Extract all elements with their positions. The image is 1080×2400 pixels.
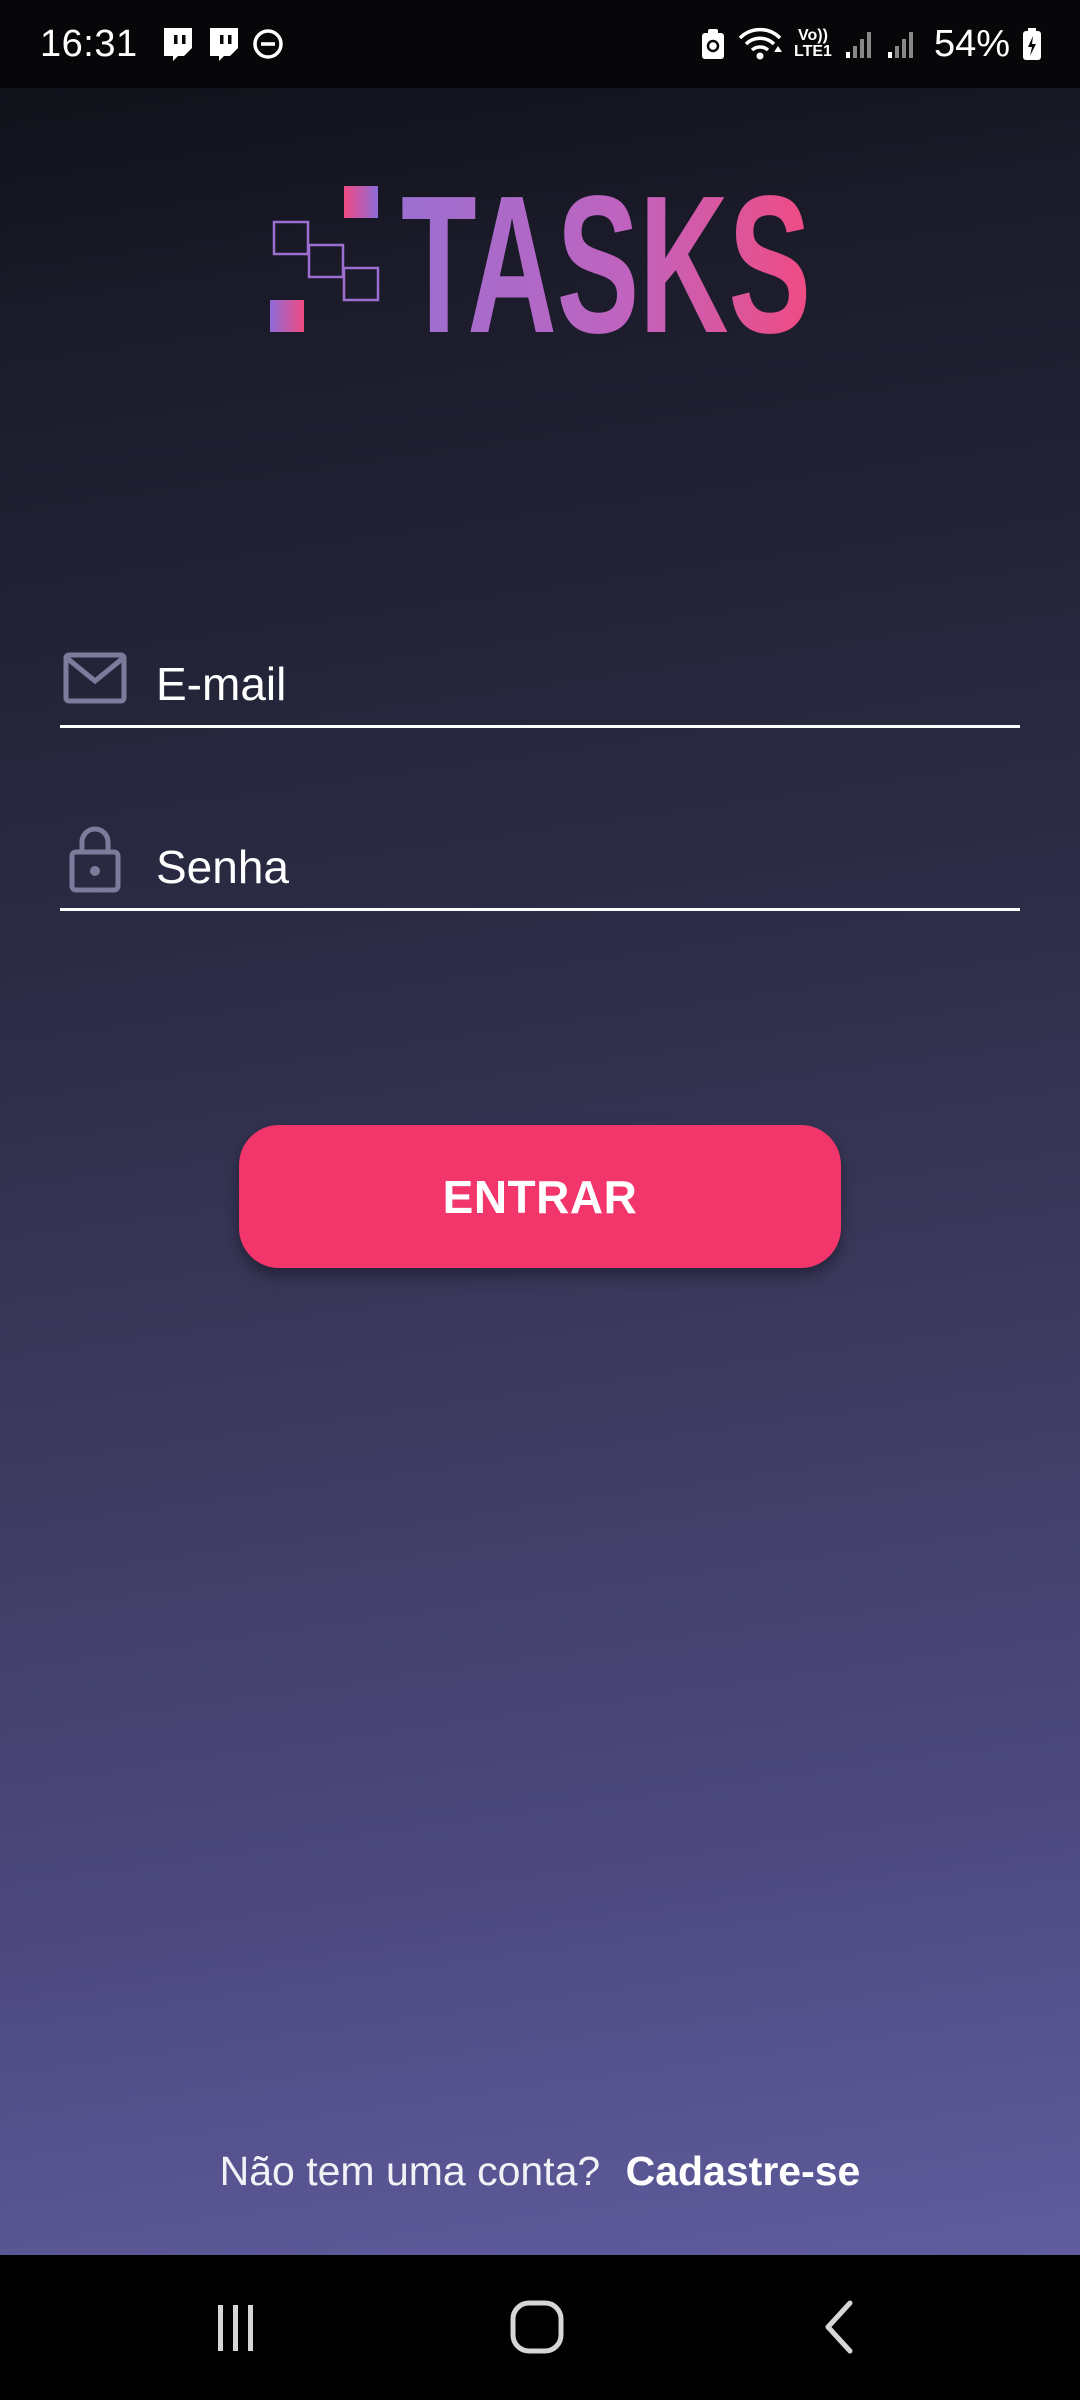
- password-field[interactable]: Senha: [60, 818, 1020, 911]
- volte-label: Vo)): [798, 27, 828, 44]
- battery-icon: [1022, 27, 1042, 61]
- mail-icon: [60, 649, 132, 709]
- back-icon[interactable]: [800, 2291, 880, 2363]
- signup-link[interactable]: Cadastre-se: [626, 2148, 861, 2194]
- status-time: 16:31: [40, 22, 138, 65]
- volte-icon: Vo)) LTE1: [794, 28, 832, 60]
- status-bar-right: Vo)) LTE1 54%: [700, 23, 1042, 66]
- signup-question: Não tem uma conta?: [219, 2148, 601, 2194]
- vpn-icon: [700, 27, 726, 61]
- password-label: Senha: [156, 841, 290, 893]
- signal-icon: [886, 28, 916, 60]
- logo-mark-icon: [270, 186, 380, 332]
- battery-percent: 54%: [933, 22, 1010, 65]
- login-button[interactable]: ENTRAR: [239, 1125, 841, 1268]
- status-bar-left: 16:31: [40, 23, 284, 66]
- twitch-icon: [206, 26, 240, 62]
- signup-prompt: Não tem uma conta? Cadastre-se: [0, 2148, 1080, 2195]
- lte-label: LTE1: [794, 43, 832, 60]
- email-label: E-mail: [156, 658, 287, 710]
- lock-icon: [60, 822, 132, 894]
- twitch-icon: [160, 26, 194, 62]
- home-icon[interactable]: [497, 2291, 577, 2363]
- signal-icon: [844, 28, 874, 60]
- app-logo: TASKS: [268, 155, 823, 374]
- status-bar: 16:31 Vo)) LTE1 54%: [0, 0, 1080, 88]
- login-button-label: ENTRAR: [442, 1170, 638, 1223]
- wifi-icon: [738, 26, 782, 62]
- dnd-icon: [252, 28, 284, 60]
- logo-text: TASKS: [401, 180, 811, 340]
- recents-icon[interactable]: [195, 2291, 275, 2363]
- navigation-bar: [0, 2255, 1080, 2400]
- email-field[interactable]: E-mail: [60, 635, 1020, 728]
